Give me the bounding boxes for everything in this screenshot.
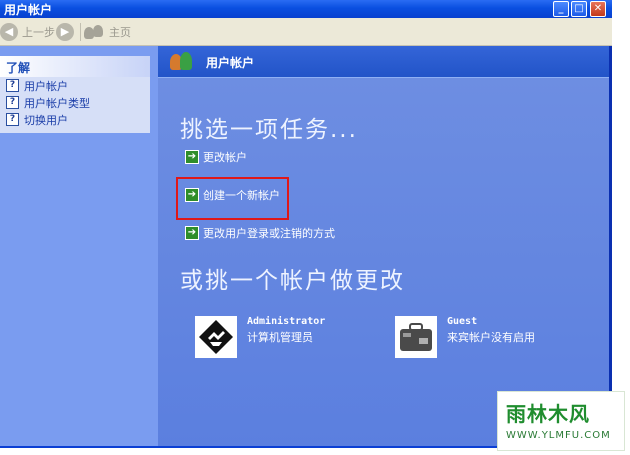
change-logon-method-link[interactable]: ➔ 更改用户登录或注销的方式 [185, 225, 335, 241]
green-arrow-icon: ➔ [185, 226, 199, 240]
main-header-title: 用户帐户 [206, 56, 255, 70]
main-header: 用户帐户 [158, 46, 609, 78]
users-home-icon [84, 24, 106, 40]
sidebar-item-label: 用户帐户类型 [24, 96, 90, 110]
back-button[interactable]: ◀ 上一步 [0, 22, 55, 42]
help-icon: ? [6, 79, 19, 92]
sidebar-item-label: 用户帐户 [24, 79, 68, 93]
home-button[interactable]: 主页 [84, 22, 131, 42]
forward-arrow-icon: ▶ [56, 23, 74, 41]
learn-about-heading[interactable]: 了解 [0, 56, 150, 77]
main-pane: 用户帐户 挑选一项任务... ➔ 更改帐户 ➔ 创建一个新帐户 ➔ 更改用户登录… [158, 46, 609, 446]
create-new-account-link[interactable]: ➔ 创建一个新帐户 [185, 187, 280, 203]
help-icon: ? [6, 96, 19, 109]
account-name: Administrator [247, 316, 326, 327]
briefcase-picture-icon [395, 316, 437, 358]
forward-button[interactable]: ▶ [56, 22, 74, 42]
user-accounts-window: 用户帐户 _ □ ✕ ◀ 上一步 ▶ 主页 了解 ? 用户帐户 ? 用户帐户类型… [0, 0, 612, 448]
minimize-button[interactable]: _ [553, 1, 569, 17]
learn-about-panel: 了解 ? 用户帐户 ? 用户帐户类型 ? 切换用户 [0, 56, 150, 133]
change-account-link[interactable]: ➔ 更改帐户 [185, 149, 247, 165]
help-icon: ? [6, 113, 19, 126]
window-title: 用户帐户 [4, 3, 53, 17]
pick-task-heading: 挑选一项任务... [180, 117, 358, 143]
account-administrator[interactable]: Administrator 计算机管理员 [195, 316, 325, 358]
watermark-logo: 雨林木风 WWW.YLMFU.COM [497, 391, 625, 451]
sidebar-item-label: 切换用户 [24, 113, 68, 127]
sidebar-item-switch-users[interactable]: ? 切换用户 [0, 111, 150, 128]
title-bar[interactable]: 用户帐户 _ □ ✕ [0, 0, 612, 18]
sidebar-item-user-accounts[interactable]: ? 用户帐户 [0, 77, 150, 94]
watermark-logo-text: 雨林木风 [506, 402, 590, 426]
sidebar-item-account-types[interactable]: ? 用户帐户类型 [0, 94, 150, 111]
maximize-button[interactable]: □ [571, 1, 587, 17]
watermark-url: WWW.YLMFU.COM [506, 430, 611, 441]
task-label: 更改用户登录或注销的方式 [203, 227, 335, 240]
green-arrow-icon: ➔ [185, 150, 199, 164]
home-label: 主页 [109, 26, 131, 39]
account-description: 来宾帐户没有启用 [447, 331, 535, 344]
close-button[interactable]: ✕ [590, 1, 606, 17]
left-task-pane: 了解 ? 用户帐户 ? 用户帐户类型 ? 切换用户 [0, 46, 158, 446]
account-name: Guest [447, 316, 478, 327]
back-label: 上一步 [22, 26, 55, 39]
task-label: 更改帐户 [203, 151, 247, 164]
account-picture-icon [195, 316, 237, 358]
toolbar-separator [80, 23, 81, 41]
green-arrow-icon: ➔ [185, 188, 199, 202]
account-description: 计算机管理员 [247, 331, 313, 344]
toolbar: ◀ 上一步 ▶ 主页 [0, 18, 612, 46]
user-accounts-icon [170, 52, 194, 72]
back-arrow-icon: ◀ [0, 23, 18, 41]
task-label: 创建一个新帐户 [203, 189, 280, 202]
account-guest[interactable]: Guest 来宾帐户没有启用 [395, 316, 535, 358]
pick-account-heading: 或挑一个帐户做更改 [180, 268, 405, 294]
